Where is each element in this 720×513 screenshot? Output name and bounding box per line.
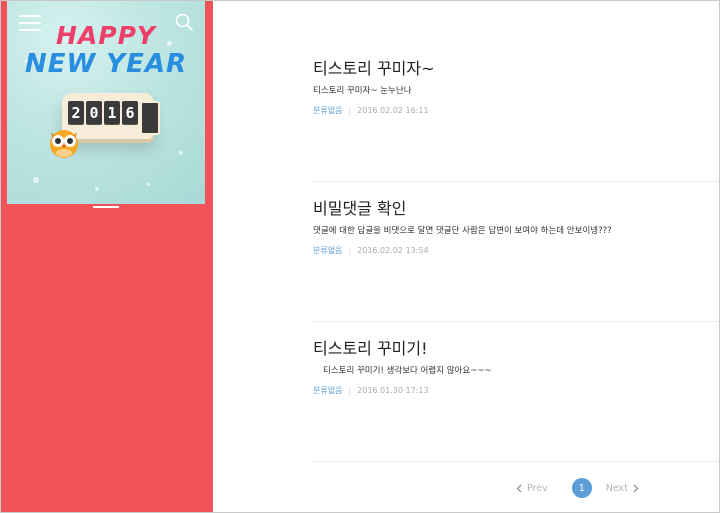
sidebar-handle[interactable] (93, 206, 119, 208)
hamburger-menu-icon (19, 22, 41, 24)
chevron-right-icon (633, 484, 639, 492)
clock-digit: 6 (122, 101, 138, 125)
snow-dot (33, 177, 39, 183)
prev-page-link[interactable]: Prev (516, 483, 548, 494)
post-excerpt: 티스토리 꾸미자~ 눈누난나 (313, 86, 412, 96)
cover-image: HAPPY NEW YEAR 2 0 1 6 (7, 1, 205, 204)
post-item: 비밀댓글 확인 댓글에 대한 답글을 비댓으로 달면 댓글단 사람은 답변이 보… (313, 199, 612, 257)
post-category-link[interactable]: 분류없음 (313, 246, 342, 255)
search-button[interactable] (175, 13, 197, 35)
post-meta: 분류없음 | 2016.01.30 17:13 (313, 385, 492, 397)
post-excerpt: 티스토리 꾸미기! 생각보다 어렵지 않아요~~~ (323, 366, 492, 376)
hamburger-menu-icon (19, 29, 41, 31)
post-category-link[interactable]: 분류없음 (313, 106, 342, 115)
chevron-left-icon (516, 484, 522, 492)
search-icon (175, 13, 193, 31)
owl-icon (50, 130, 78, 158)
post-meta: 분류없음 | 2016.02.02 16:11 (313, 105, 435, 117)
next-label: Next (605, 482, 628, 494)
cover-heading-line2: NEW YEAR (25, 49, 187, 79)
clock-digits: 2 0 1 6 (68, 101, 140, 125)
page-number-current[interactable]: 1 (571, 478, 592, 498)
meta-separator: | (348, 106, 352, 115)
sidebar: HAPPY NEW YEAR 2 0 1 6 (1, 1, 213, 512)
page-frame: HAPPY NEW YEAR 2 0 1 6 티스토리 꾸미자~ 티스토리 꾸미… (0, 0, 720, 513)
post-date: 2016.02.02 13:54 (357, 246, 429, 255)
post-title[interactable]: 비밀댓글 확인 (313, 199, 612, 219)
menu-button[interactable] (19, 13, 45, 35)
prev-label: Prev (527, 482, 548, 494)
clock-digit: 0 (86, 101, 102, 125)
hamburger-menu-icon (19, 15, 41, 17)
post-divider (313, 181, 719, 182)
clock-digit: 1 (104, 101, 120, 125)
post-date: 2016.01.30 17:13 (357, 386, 429, 395)
meta-separator: | (348, 246, 352, 255)
clock-digit: 2 (68, 101, 84, 125)
post-meta: 분류없음 | 2016.02.02 13:54 (313, 245, 612, 257)
post-title[interactable]: 티스토리 꾸미기! (313, 339, 492, 359)
post-divider (313, 321, 719, 322)
post-divider (313, 461, 719, 462)
snow-dot (179, 151, 183, 155)
post-excerpt: 댓글에 대한 답글을 비댓으로 달면 댓글단 사람은 답변이 보여야 하는데 안… (313, 226, 612, 236)
clock-knob (140, 101, 160, 135)
next-page-link[interactable]: Next (606, 483, 639, 494)
post-title[interactable]: 티스토리 꾸미자~ (313, 59, 435, 79)
snow-dot (147, 183, 150, 186)
snow-dot (95, 187, 99, 191)
pagination: Prev 1 Next (516, 478, 639, 498)
meta-separator: | (348, 386, 352, 395)
post-category-link[interactable]: 분류없음 (313, 386, 342, 395)
post-item: 티스토리 꾸미기! 티스토리 꾸미기! 생각보다 어렵지 않아요~~~ 분류없음… (313, 339, 492, 397)
post-item: 티스토리 꾸미자~ 티스토리 꾸미자~ 눈누난나 분류없음 | 2016.02.02… (313, 59, 435, 117)
post-date: 2016.02.02 16:11 (357, 106, 429, 115)
